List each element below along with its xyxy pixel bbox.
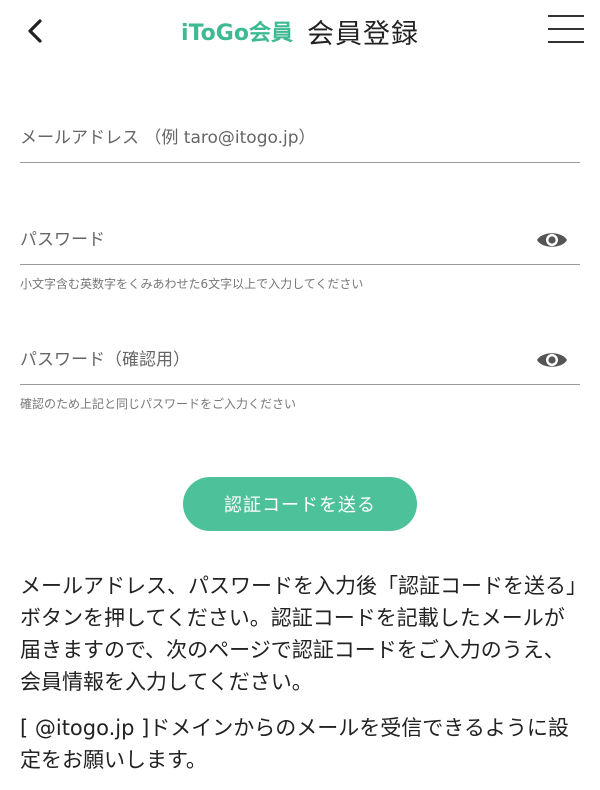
password-hint: 小文字含む英数字をくみあわせた6文字以上で入力してください — [20, 277, 364, 291]
page-title: 会員登録 — [306, 18, 419, 50]
eye-icon — [537, 233, 567, 247]
email-field-row — [20, 116, 580, 163]
brand-label: iToGo会員 — [181, 21, 293, 46]
menu-button[interactable] — [548, 13, 584, 45]
password-confirm-hint: 確認のため上記と同じパスワードをご入力ください — [20, 397, 297, 411]
password-confirm-field-row — [20, 338, 580, 385]
password-confirm-input[interactable] — [20, 338, 520, 382]
header-title-group: iToGo会員 会員登録 — [0, 8, 600, 54]
password-confirm-visibility-toggle[interactable] — [536, 348, 568, 372]
email-field-group — [20, 116, 580, 163]
instruction-paragraph: メールアドレス、パスワードを入力後「認証コードを送る」ボタンを押してください。認… — [20, 574, 577, 694]
domain-notice-paragraph: [ @itogo.jp ]ドメインからのメールを受信できるように設定をお願いしま… — [20, 716, 569, 772]
eye-icon — [537, 353, 567, 367]
password-confirm-field-group: 確認のため上記と同じパスワードをご入力ください — [20, 338, 580, 412]
email-input[interactable] — [20, 116, 520, 160]
send-code-button[interactable]: 認証コードを送る — [183, 477, 417, 531]
password-field-row — [20, 218, 580, 265]
password-field-group: 小文字含む英数字をくみあわせた6文字以上で入力してください — [20, 218, 580, 292]
password-input[interactable] — [20, 218, 520, 262]
hamburger-menu-icon — [548, 13, 584, 45]
password-visibility-toggle[interactable] — [536, 228, 568, 252]
app-header: iToGo会員 会員登録 — [0, 0, 600, 62]
